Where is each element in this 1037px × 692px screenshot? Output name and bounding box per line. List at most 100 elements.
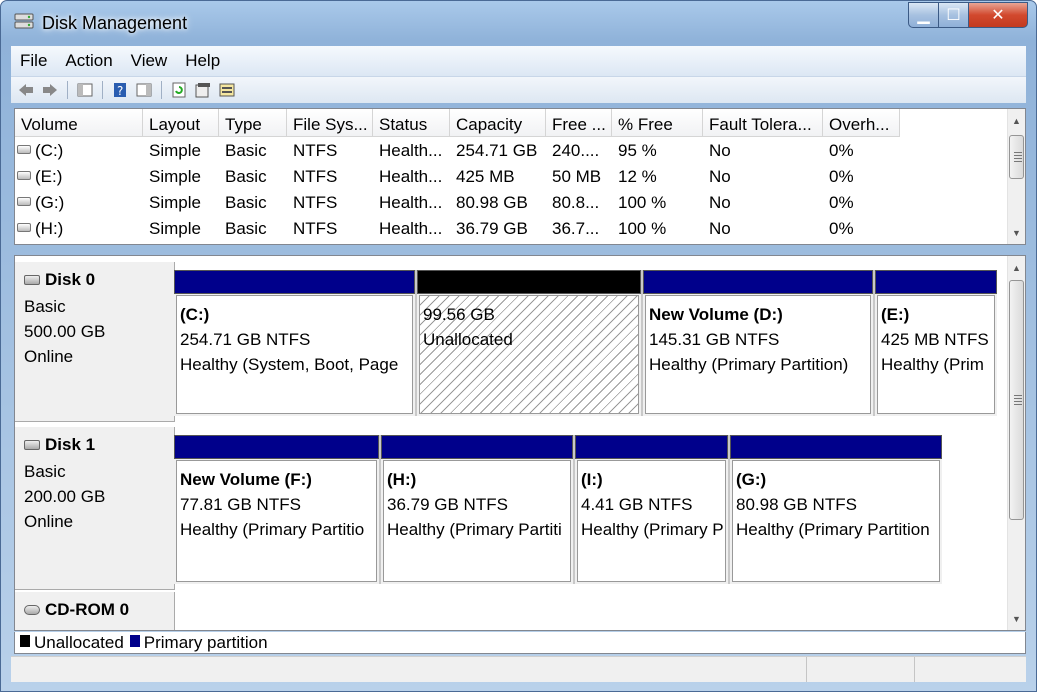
menu-view[interactable]: View xyxy=(122,51,177,71)
table-row[interactable]: (G:) Simple Basic NTFS Health... 80.98 GB 80.8… xyxy=(15,190,900,216)
legend-label: Primary partition xyxy=(143,633,268,652)
table-row[interactable]: (E:) Simple Basic NTFS Health... 425 MB 50 MB 1… xyxy=(15,164,900,190)
partition-status: Healthy (System, Boot, Page xyxy=(180,355,399,374)
partition-unallocated[interactable]: 99.56 GB Unallocated xyxy=(417,270,643,416)
scrollbar-thumb[interactable] xyxy=(1009,135,1024,179)
disk-0-name: Disk 0 xyxy=(45,270,96,289)
minimize-button[interactable]: ▁ xyxy=(908,2,938,28)
maximize-button[interactable]: ☐ xyxy=(938,2,968,28)
scroll-up-arrow-icon[interactable]: ▲ xyxy=(1008,112,1025,129)
partition-d-body[interactable]: New Volume (D:) 145.31 GB NTFS Healthy (… xyxy=(645,295,871,414)
show-hide-action-pane-icon[interactable] xyxy=(134,80,154,100)
partition-c-body[interactable]: (C:) 254.71 GB NTFS Healthy (System, Boo… xyxy=(176,295,413,414)
table-cell: (C:) xyxy=(15,141,143,161)
volume-icon xyxy=(17,197,31,206)
disk-management-app-icon xyxy=(14,13,34,29)
title-bar[interactable]: Disk Management ▁ ☐ ✕ xyxy=(1,1,1036,45)
close-button[interactable]: ✕ xyxy=(968,2,1028,28)
partition-h-body[interactable]: (H:) 36.79 GB NTFS Healthy (Primary Part… xyxy=(383,460,571,582)
partition-size: 145.31 GB NTFS xyxy=(649,330,780,349)
menu-action[interactable]: Action xyxy=(56,51,121,71)
partition-h[interactable]: (H:) 36.79 GB NTFS Healthy (Primary Part… xyxy=(381,435,575,584)
table-row[interactable]: (H:) Simple Basic NTFS Health... 36.79 GB 36.7… xyxy=(15,216,900,242)
disk-0-label[interactable]: Disk 0 Basic 500.00 GB Online xyxy=(15,262,175,422)
scrollbar-thumb[interactable] xyxy=(1009,280,1024,520)
disk-1-size: 200.00 GB xyxy=(24,487,106,506)
column-header-capacity[interactable]: Capacity xyxy=(450,109,546,137)
partition-c[interactable]: (C:) 254.71 GB NTFS Healthy (System, Boo… xyxy=(174,270,417,416)
partition-d[interactable]: New Volume (D:) 145.31 GB NTFS Healthy (… xyxy=(643,270,875,416)
table-cell: NTFS xyxy=(287,193,373,213)
menu-help[interactable]: Help xyxy=(176,51,229,71)
table-cell: 36.7... xyxy=(546,219,612,239)
back-icon[interactable] xyxy=(16,80,36,100)
cell-text: Simple xyxy=(149,141,201,160)
partition-g[interactable]: (G:) 80.98 GB NTFS Healthy (Primary Part… xyxy=(730,435,942,584)
disk-0-size: 500.00 GB xyxy=(24,322,106,341)
partition-status: Healthy (Primary Partiti xyxy=(387,520,562,539)
disk-graphical-view[interactable]: Disk 0 Basic 500.00 GB Online (C:) 254.7… xyxy=(14,255,1026,631)
cell-text: NTFS xyxy=(293,193,338,212)
table-cell: 240.... xyxy=(546,141,612,161)
table-cell: 100 % xyxy=(612,219,703,239)
disk-0-partitions: (C:) 254.71 GB NTFS Healthy (System, Boo… xyxy=(174,270,997,416)
rescan-disks-icon[interactable] xyxy=(217,80,237,100)
partition-name: (H:) xyxy=(387,470,417,489)
partition-size: 254.71 GB NTFS xyxy=(180,330,311,349)
primary-partition-bar xyxy=(730,435,942,459)
volume-list[interactable]: Volume Layout Type File Sys... Status Ca… xyxy=(14,108,1026,245)
column-header-status[interactable]: Status xyxy=(373,109,450,137)
forward-icon[interactable] xyxy=(40,80,60,100)
scroll-down-arrow-icon[interactable]: ▼ xyxy=(1008,610,1025,627)
scroll-up-arrow-icon[interactable]: ▲ xyxy=(1008,259,1025,276)
partition-size: 99.56 GB xyxy=(423,305,495,324)
partition-name: (I:) xyxy=(581,470,603,489)
column-header-file-system[interactable]: File Sys... xyxy=(287,109,373,137)
column-header-fault-tolerance[interactable]: Fault Tolera... xyxy=(703,109,823,137)
volume-icon xyxy=(17,223,31,232)
primary-partition-bar xyxy=(643,270,873,294)
cell-text: No xyxy=(709,141,731,160)
partition-f-body[interactable]: New Volume (F:) 77.81 GB NTFS Healthy (P… xyxy=(176,460,377,582)
volume-icon xyxy=(17,145,31,154)
partition-e-body[interactable]: (E:) 425 MB NTFS Healthy (Prim xyxy=(877,295,995,414)
partition-g-body[interactable]: (G:) 80.98 GB NTFS Healthy (Primary Part… xyxy=(732,460,940,582)
partition-name: (G:) xyxy=(736,470,767,489)
disk-1-label[interactable]: Disk 1 Basic 200.00 GB Online xyxy=(15,427,175,590)
properties-icon[interactable] xyxy=(193,80,213,100)
disk-1-status: Online xyxy=(24,512,74,531)
table-cell: 0% xyxy=(823,167,900,187)
partition-i-body[interactable]: (I:) 4.41 GB NTFS Healthy (Primary P xyxy=(577,460,726,582)
partition-name: (C:) xyxy=(180,305,210,324)
column-header-free-space[interactable]: Free ... xyxy=(546,109,612,137)
table-cell: Simple xyxy=(143,219,219,239)
column-header-overhead[interactable]: Overh... xyxy=(823,109,900,137)
cell-text: 100 % xyxy=(618,219,667,238)
refresh-icon[interactable] xyxy=(169,80,189,100)
cdrom-0-name: CD-ROM 0 xyxy=(45,600,130,619)
cell-text: 0% xyxy=(829,219,854,238)
cell-text: No xyxy=(709,193,731,212)
volume-list-scrollbar[interactable]: ▲ ▼ xyxy=(1007,109,1025,244)
menu-file[interactable]: File xyxy=(11,51,56,71)
cell-text: Basic xyxy=(225,193,267,212)
cell-text: Health... xyxy=(379,141,443,160)
column-header-type[interactable]: Type xyxy=(219,109,287,137)
help-icon[interactable]: ? xyxy=(110,80,130,100)
disk-view-scrollbar[interactable]: ▲ ▼ xyxy=(1007,256,1025,630)
table-row[interactable]: (C:) Simple Basic NTFS Health... 254.71 GB 240… xyxy=(15,138,900,164)
partition-unallocated-body[interactable]: 99.56 GB Unallocated xyxy=(419,295,639,414)
column-header-percent-free[interactable]: % Free xyxy=(612,109,703,137)
cell-text: 0% xyxy=(829,193,854,212)
scroll-down-arrow-icon[interactable]: ▼ xyxy=(1008,224,1025,241)
partition-e[interactable]: (E:) 425 MB NTFS Healthy (Prim xyxy=(875,270,997,416)
column-header-layout[interactable]: Layout xyxy=(143,109,219,137)
cell-text: 254.71 GB xyxy=(456,141,538,160)
toolbar-separator xyxy=(102,81,103,99)
column-header-volume[interactable]: Volume xyxy=(15,109,143,137)
partition-i[interactable]: (I:) 4.41 GB NTFS Healthy (Primary P xyxy=(575,435,730,584)
cdrom-0-label[interactable]: CD-ROM 0 xyxy=(15,592,175,630)
show-hide-console-tree-icon[interactable] xyxy=(75,80,95,100)
partition-f[interactable]: New Volume (F:) 77.81 GB NTFS Healthy (P… xyxy=(174,435,381,584)
table-cell: 0% xyxy=(823,219,900,239)
